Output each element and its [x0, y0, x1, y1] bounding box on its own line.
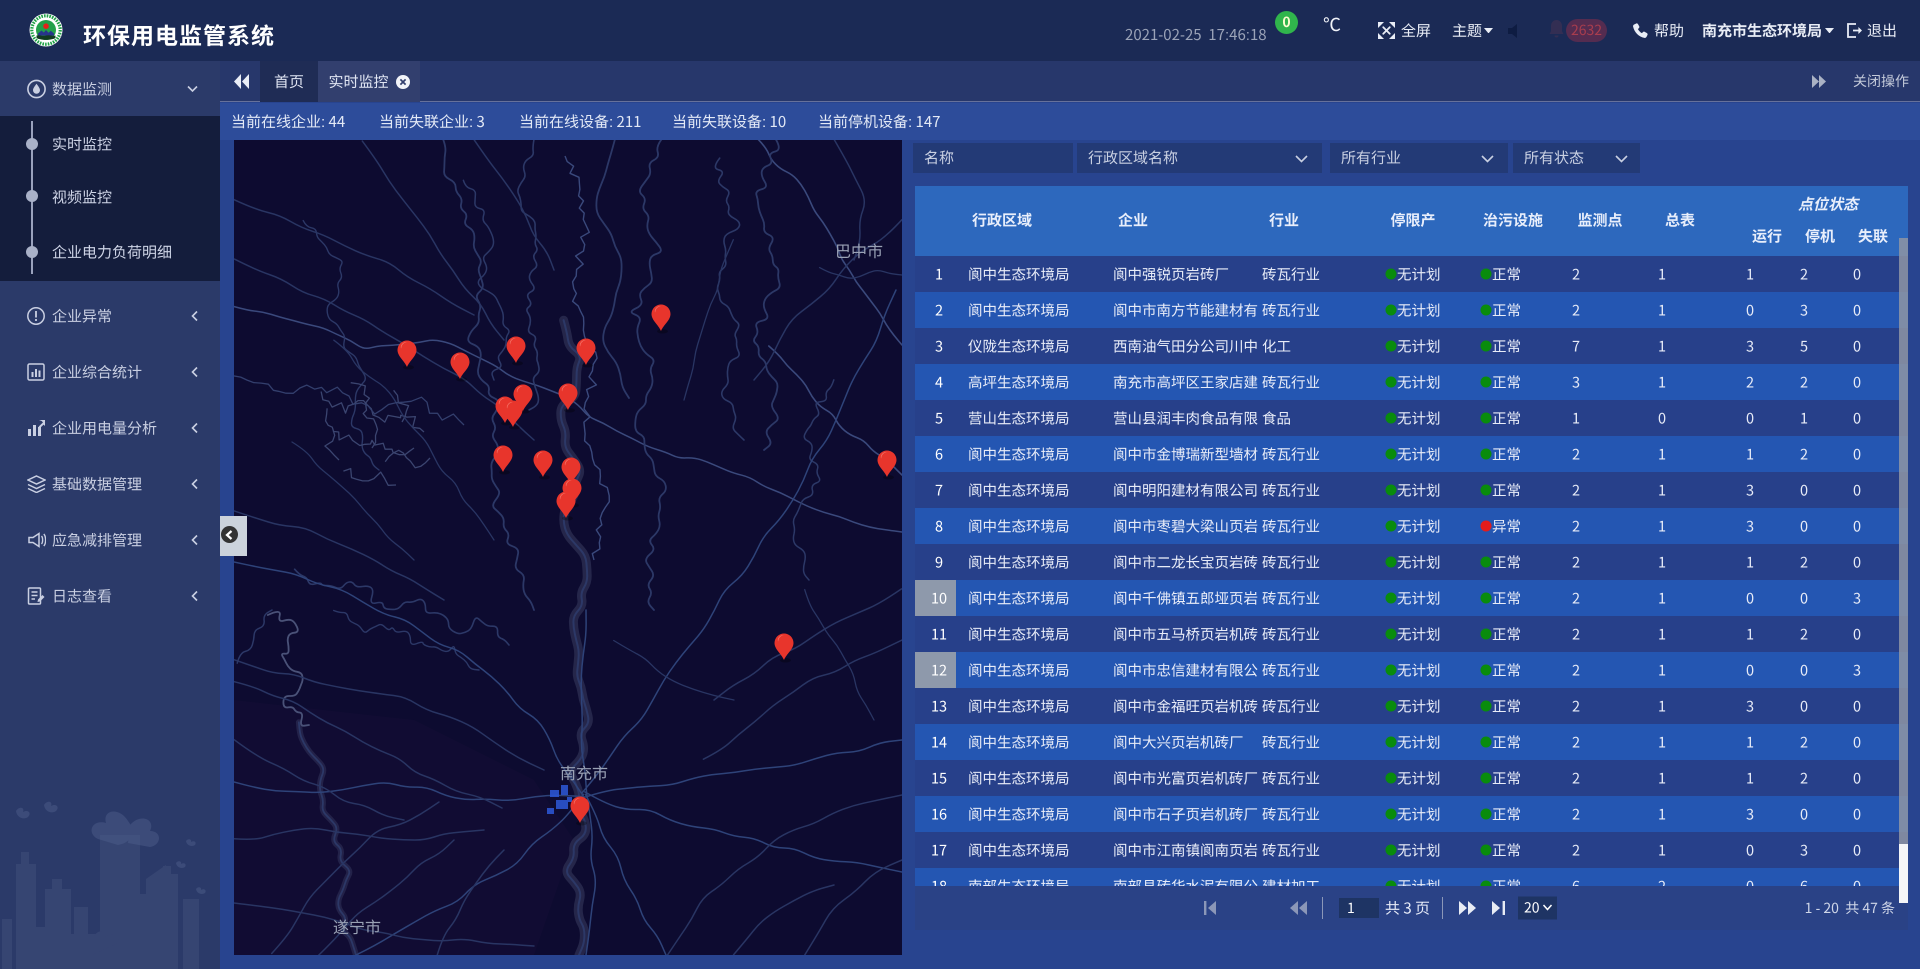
svg-text:巴中市: 巴中市: [835, 238, 883, 262]
svg-text:南充市: 南充市: [560, 760, 608, 784]
svg-text:遂宁市: 遂宁市: [333, 914, 381, 938]
